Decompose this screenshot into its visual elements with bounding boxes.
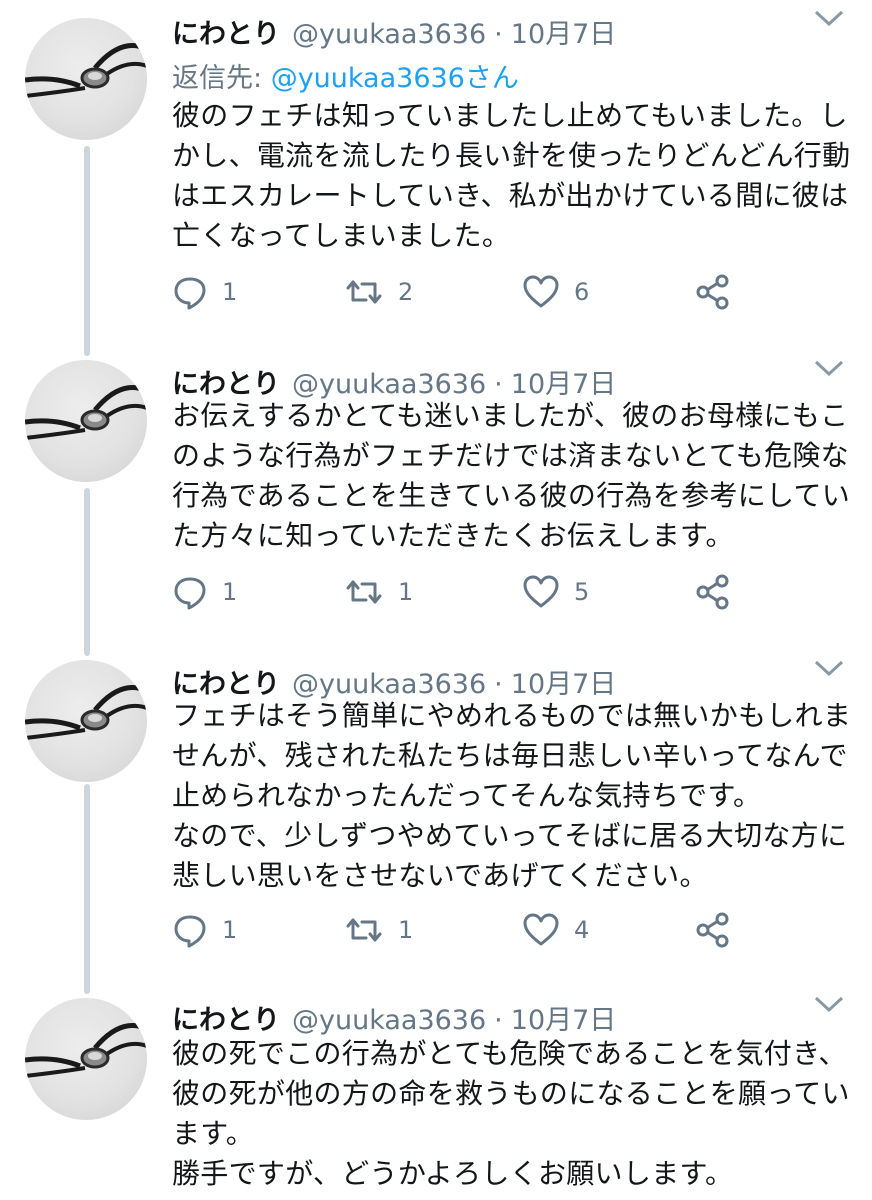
tweet[interactable]: にわとり @yuukaa3636 · 10月7日 フェチはそう簡単にやめれるものでは無…	[0, 650, 872, 990]
chevron-down-icon[interactable]	[812, 992, 846, 1016]
tweet-actions: 1 2 6	[172, 272, 772, 312]
avatar[interactable]	[25, 360, 147, 482]
tweet-text: 彼の死でこの行為がとても危険であることを気付き、彼の死が他の方の命を救うものにな…	[172, 1037, 850, 1190]
heart-icon	[523, 575, 559, 608]
tweet-date[interactable]: 10月7日	[511, 1005, 617, 1036]
like-count: 6	[574, 278, 590, 306]
tweet-actions: 1 1 4	[172, 910, 772, 950]
retweet-count: 2	[398, 278, 414, 306]
timeline: にわとり @yuukaa3636 · 10月7日 返信先: @yuukaa3636さん…	[0, 0, 872, 1200]
tweet[interactable]: にわとり @yuukaa3636 · 10月7日 お伝えするかとても迷いましたが、彼の…	[0, 350, 872, 650]
share-icon	[696, 574, 729, 610]
heart-icon	[523, 913, 559, 946]
like-count: 4	[574, 916, 590, 944]
chevron-down-icon[interactable]	[812, 356, 846, 380]
retweet-button[interactable]: 1	[344, 910, 413, 950]
separator-dot: ·	[494, 1005, 503, 1036]
like-count: 5	[574, 578, 590, 606]
retweet-icon	[346, 918, 382, 942]
tweet-date[interactable]: 10月7日	[511, 19, 617, 50]
stethoscope-image	[25, 385, 147, 440]
chevron-down-icon[interactable]	[812, 6, 846, 30]
reply-button[interactable]: 1	[172, 572, 237, 612]
retweet-count: 1	[398, 578, 414, 606]
reply-count: 1	[222, 578, 238, 606]
avatar[interactable]	[25, 660, 147, 782]
tweet-text: お伝えするかとても迷いましたが、彼のお母様にもこのような行為がフェチだけでは済ま…	[172, 399, 851, 552]
tweet-text: 彼のフェチは知っていましたし止めてもいました。しかし、電流を流したり長い針を使っ…	[172, 99, 851, 252]
retweet-count: 1	[398, 916, 414, 944]
reply-button[interactable]: 1	[172, 910, 237, 950]
like-button[interactable]: 5	[522, 572, 589, 612]
reply-to-line: 返信先: @yuukaa3636さん	[172, 56, 519, 95]
reply-icon	[174, 577, 206, 610]
stethoscope-image	[25, 685, 147, 740]
share-button[interactable]	[694, 272, 732, 312]
tweet-actions: 1 1 5	[172, 572, 772, 612]
stethoscope-image	[25, 43, 147, 98]
heart-icon	[523, 275, 559, 308]
like-button[interactable]: 6	[522, 272, 589, 312]
reply-button[interactable]: 1	[172, 272, 237, 312]
retweet-icon	[346, 280, 382, 304]
tweet-header: にわとり @yuukaa3636 · 10月7日	[172, 998, 616, 1038]
like-button[interactable]: 4	[522, 910, 589, 950]
share-button[interactable]	[694, 572, 732, 612]
share-button[interactable]	[694, 910, 732, 950]
reply-count: 1	[222, 278, 238, 306]
reply-icon	[174, 915, 206, 948]
display-name[interactable]: にわとり	[172, 1005, 280, 1036]
chevron-down-icon[interactable]	[812, 656, 846, 680]
stethoscope-image	[25, 1023, 147, 1078]
tweet-header: にわとり @yuukaa3636 · 10月7日	[172, 12, 616, 52]
reply-to-handle[interactable]: @yuukaa3636さん	[271, 63, 519, 94]
retweet-icon	[346, 580, 382, 604]
reply-to-label: 返信先:	[172, 63, 271, 94]
avatar[interactable]	[25, 998, 147, 1120]
reply-icon	[174, 277, 206, 310]
retweet-button[interactable]: 2	[344, 272, 413, 312]
user-handle[interactable]: @yuukaa3636	[292, 19, 486, 50]
reply-count: 1	[222, 916, 238, 944]
share-icon	[696, 912, 729, 948]
tweet[interactable]: にわとり @yuukaa3636 · 10月7日 返信先: @yuukaa3636さん…	[0, 0, 872, 350]
tweet-text: フェチはそう簡単にやめれるものでは無いかもしれませんが、残された私たちは毎日悲し…	[172, 699, 852, 892]
tweet[interactable]: にわとり @yuukaa3636 · 10月7日 彼の死でこの行為がとても危険であるこ…	[0, 990, 872, 1200]
user-handle[interactable]: @yuukaa3636	[292, 1005, 486, 1036]
avatar[interactable]	[25, 18, 147, 140]
separator-dot: ·	[494, 19, 503, 50]
retweet-button[interactable]: 1	[344, 572, 413, 612]
display-name[interactable]: にわとり	[172, 19, 280, 50]
share-icon	[696, 274, 729, 310]
